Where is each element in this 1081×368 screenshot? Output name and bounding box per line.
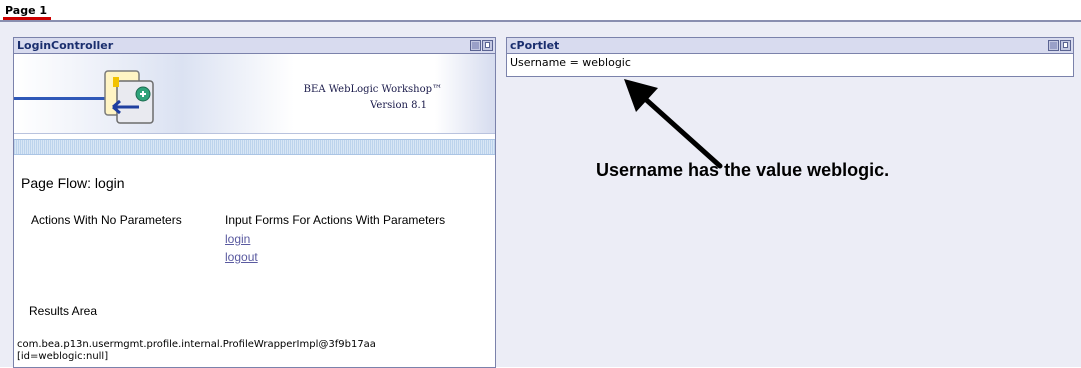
workshop-banner: BEA WebLogic Workshop™ Version 8.1 <box>14 54 495 134</box>
tab-bar: Page 1 <box>0 0 1081 23</box>
portlet-titlebar: cPortlet <box>507 38 1073 54</box>
portlet-window-buttons <box>470 40 493 51</box>
results-line: com.bea.p13n.usermgmt.profile.internal.P… <box>17 339 376 350</box>
tab-page-1[interactable]: Page 1 <box>5 4 47 17</box>
portlet-window-buttons <box>1048 40 1071 51</box>
c-portlet: cPortlet Username = weblogic <box>506 37 1074 77</box>
minimize-icon[interactable] <box>1048 40 1059 51</box>
banner-stripe <box>14 139 495 155</box>
params-header: Input Forms For Actions With Parameters <box>225 213 446 227</box>
results-output: com.bea.p13n.usermgmt.profile.internal.P… <box>17 339 487 363</box>
results-area-label: Results Area <box>29 304 98 318</box>
portlet-title: cPortlet <box>510 39 560 52</box>
username-display: Username = weblogic <box>510 56 631 69</box>
portlet-titlebar: LoginController <box>14 38 495 54</box>
login-action-link[interactable]: login <box>225 232 250 246</box>
brand-name: BEA WebLogic Workshop™ <box>303 84 442 95</box>
portlet-title: LoginController <box>17 39 114 52</box>
workshop-logo-icon <box>104 70 154 124</box>
login-controller-portlet: LoginController BEA WebLogic Workshop™ V… <box>13 37 496 368</box>
minimize-icon[interactable] <box>470 40 481 51</box>
results-line: [id=weblogic:null] <box>17 351 109 362</box>
logout-action-link[interactable]: logout <box>225 250 258 264</box>
maximize-icon[interactable] <box>482 40 493 51</box>
no-params-header: Actions With No Parameters <box>31 213 182 227</box>
annotation-caption: Username has the value weblogic. <box>596 160 890 180</box>
maximize-icon[interactable] <box>1060 40 1071 51</box>
brand-version: Version 8.1 <box>370 100 427 111</box>
page-flow-title: Page Flow: login <box>21 175 125 191</box>
